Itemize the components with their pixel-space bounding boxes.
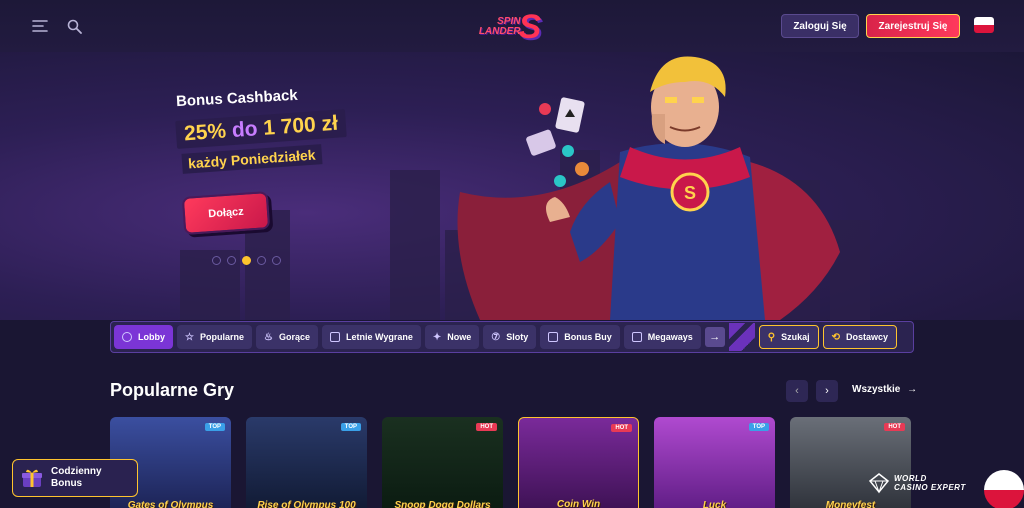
site-logo[interactable]: SPIN LANDER S — [470, 8, 550, 46]
hero-headline: 25% do 1 700 zł — [175, 109, 347, 149]
game-badge: TOP — [204, 423, 225, 431]
hero-line2: każdy Poniedziałek — [181, 144, 323, 174]
logo-bottom-text: LANDER — [478, 26, 521, 37]
game-card[interactable]: Luck TOP — [654, 417, 775, 508]
daily-bonus-line2: Bonus — [51, 478, 83, 489]
game-badge: HOT — [611, 424, 632, 432]
diamond-icon — [868, 473, 890, 494]
game-title: Gates of Olympus — [127, 500, 214, 508]
world-casino-expert-watermark: WORLD CASINO EXPERT — [868, 472, 966, 494]
star-icon: ☆ — [185, 331, 194, 343]
hero-amount-connector: do — [231, 117, 259, 143]
game-card[interactable]: Rise of Olympus 100 TOP — [246, 417, 367, 508]
category-label: Bonus Buy — [564, 332, 612, 342]
category-label: Gorące — [278, 332, 310, 342]
bonus-buy-icon — [548, 332, 559, 342]
slider-dot[interactable] — [257, 256, 266, 265]
category-bonus-buy[interactable]: Bonus Buy — [540, 325, 620, 349]
arrow-right-icon: → — [907, 384, 918, 395]
carousel-prev-button[interactable]: ‹ — [786, 380, 808, 402]
game-card[interactable]: Snoop Dogg Dollars HOT — [382, 417, 503, 508]
search-label: Szukaj — [781, 332, 810, 342]
hero-character-illustration: S — [457, 56, 840, 320]
category-gorace[interactable]: ♨ Gorące — [255, 325, 318, 349]
game-badge: TOP — [748, 423, 769, 431]
category-letnie-wygrane[interactable]: Letnie Wygrane — [321, 325, 421, 349]
search-icon[interactable] — [64, 16, 84, 36]
category-label: Popularne — [199, 332, 244, 342]
providers-button[interactable]: ⟲ Dostawcy — [822, 325, 898, 349]
lobby-icon — [122, 332, 132, 342]
game-card[interactable]: Coin Win HOT — [518, 417, 639, 508]
watermark-line2: CASINO EXPERT — [894, 483, 966, 492]
category-lobby[interactable]: Lobby — [114, 325, 173, 349]
hero-subtitle: Bonus Cashback — [175, 86, 299, 111]
game-card[interactable]: Moneyfest HOT — [790, 417, 911, 508]
hero-amount-percent: 25% — [183, 119, 227, 146]
see-all-link[interactable]: Wszystkie → — [852, 384, 917, 395]
providers-icon: ⟲ — [831, 331, 841, 343]
register-button[interactable]: Zarejestruj Się — [866, 14, 960, 38]
category-label: Lobby — [138, 332, 165, 342]
slider-dot-active[interactable] — [242, 256, 251, 265]
watermark-line1: WORLD — [894, 474, 927, 483]
carousel-next-button[interactable]: › — [816, 380, 838, 402]
slot-icon: ⑦ — [491, 331, 501, 343]
game-title: Coin Win — [556, 499, 601, 508]
slider-dots — [212, 256, 281, 265]
login-button[interactable]: Zaloguj Się — [781, 14, 859, 38]
search-button[interactable]: ⚲ Szukaj — [758, 325, 819, 349]
chevron-left-icon: ‹ — [795, 385, 799, 397]
gift-icon — [22, 469, 42, 487]
search-icon: ⚲ — [767, 331, 776, 343]
category-megaways[interactable]: Megaways — [623, 325, 701, 349]
category-bar: Lobby ☆ Popularne ♨ Gorące Letnie Wygran… — [110, 321, 914, 353]
poland-flag-icon[interactable] — [974, 17, 994, 33]
logo-mark: S — [518, 7, 542, 46]
svg-text:S: S — [684, 183, 696, 203]
category-label: Nowe — [447, 332, 472, 342]
arrow-right-icon: → — [709, 331, 721, 343]
fire-icon: ♨ — [263, 331, 273, 343]
game-badge: TOP — [340, 423, 361, 431]
game-title: Rise of Olympus 100 — [257, 500, 356, 508]
category-label: Megaways — [647, 332, 693, 342]
poland-flag-badge-icon — [984, 470, 1024, 508]
category-popularne[interactable]: ☆ Popularne — [177, 325, 252, 349]
hero-banner: Bonus Cashback 25% do 1 700 zł każdy Pon… — [0, 52, 1024, 320]
category-scroll-right-button[interactable]: → — [704, 327, 725, 347]
category-sloty[interactable]: ⑦ Sloty — [483, 325, 537, 349]
providers-label: Dostawcy — [846, 332, 889, 342]
game-badge: HOT — [884, 423, 905, 431]
game-title: Luck — [702, 500, 727, 508]
slider-dot[interactable] — [212, 256, 221, 265]
game-badge: HOT — [476, 423, 497, 431]
join-button[interactable]: Dołącz — [181, 191, 271, 235]
category-nowe[interactable]: ✦ Nowe — [424, 325, 480, 349]
slider-dot[interactable] — [272, 256, 281, 265]
slider-dot[interactable] — [227, 256, 236, 265]
daily-bonus-line1: Codzienny — [51, 466, 102, 477]
game-title: Moneyfest — [825, 500, 876, 508]
chevron-right-icon: › — [825, 385, 829, 397]
sun-icon — [329, 332, 340, 342]
category-label: Letnie Wygrane — [345, 332, 413, 342]
menu-icon[interactable] — [30, 16, 50, 36]
divider-graphic — [728, 323, 755, 351]
megaways-icon — [631, 332, 642, 342]
section-title: Popularne Gry — [110, 380, 235, 400]
hero-amount-value: 1 700 zł — [262, 111, 339, 140]
category-label: Sloty — [506, 332, 529, 342]
daily-bonus-button[interactable]: Codzienny Bonus — [12, 459, 138, 497]
see-all-label: Wszystkie — [852, 384, 901, 395]
game-title: Snoop Dogg Dollars — [394, 500, 491, 508]
new-icon: ✦ — [432, 331, 442, 343]
